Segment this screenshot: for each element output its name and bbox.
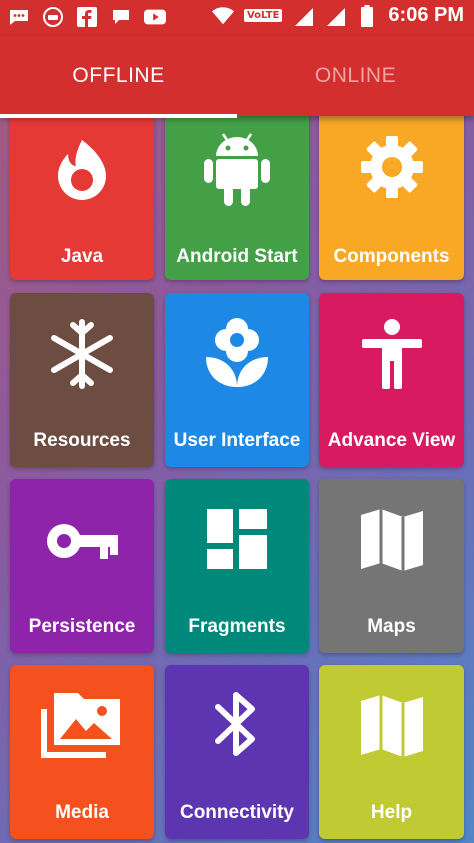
tab-online[interactable]: ONLINE xyxy=(237,36,474,116)
photo-library-icon xyxy=(10,689,154,759)
tile-java[interactable]: Java xyxy=(10,104,154,280)
tile-connectivity[interactable]: Connectivity xyxy=(165,665,309,839)
tile-label: Android Start xyxy=(176,246,298,267)
tab-offline[interactable]: OFFLINE xyxy=(0,36,237,116)
topic-grid: Java Android Start Components Resources … xyxy=(0,0,474,843)
tile-label: Maps xyxy=(367,616,416,637)
fire-icon xyxy=(10,138,154,202)
tile-advance-view[interactable]: Advance View xyxy=(319,293,464,467)
tile-user-interface[interactable]: User Interface xyxy=(165,293,309,467)
tab-bar: OFFLINE ONLINE xyxy=(0,36,474,116)
tile-resources[interactable]: Resources xyxy=(10,293,154,467)
tile-label: Components xyxy=(333,246,450,267)
tile-label: Media xyxy=(55,802,109,823)
tile-label: Fragments xyxy=(188,616,286,637)
flower-icon xyxy=(165,315,309,389)
gear-icon xyxy=(319,132,464,202)
tile-fragments[interactable]: Fragments xyxy=(165,479,309,653)
tile-android-start[interactable]: Android Start xyxy=(165,104,309,280)
accessibility-icon xyxy=(319,319,464,391)
map-icon xyxy=(319,693,464,759)
tile-persistence[interactable]: Persistence xyxy=(10,479,154,653)
android-icon xyxy=(165,126,309,210)
tile-label: Connectivity xyxy=(179,802,295,823)
tile-media[interactable]: Media xyxy=(10,665,154,839)
key-icon xyxy=(10,519,154,563)
tab-indicator xyxy=(0,114,237,118)
tile-maps[interactable]: Maps xyxy=(319,479,464,653)
tile-label: Resources xyxy=(33,430,131,451)
tile-label: Help xyxy=(370,802,413,823)
tile-components[interactable]: Components xyxy=(319,104,464,280)
tile-label: Java xyxy=(60,246,104,267)
tile-help[interactable]: Help xyxy=(319,665,464,839)
snowflake-icon xyxy=(10,319,154,389)
tile-label: Advance View xyxy=(327,430,456,451)
map-icon xyxy=(319,507,464,573)
bluetooth-icon xyxy=(165,689,309,759)
tile-label: Persistence xyxy=(28,616,136,637)
tile-label: User Interface xyxy=(173,430,301,451)
dashboard-icon xyxy=(165,507,309,571)
